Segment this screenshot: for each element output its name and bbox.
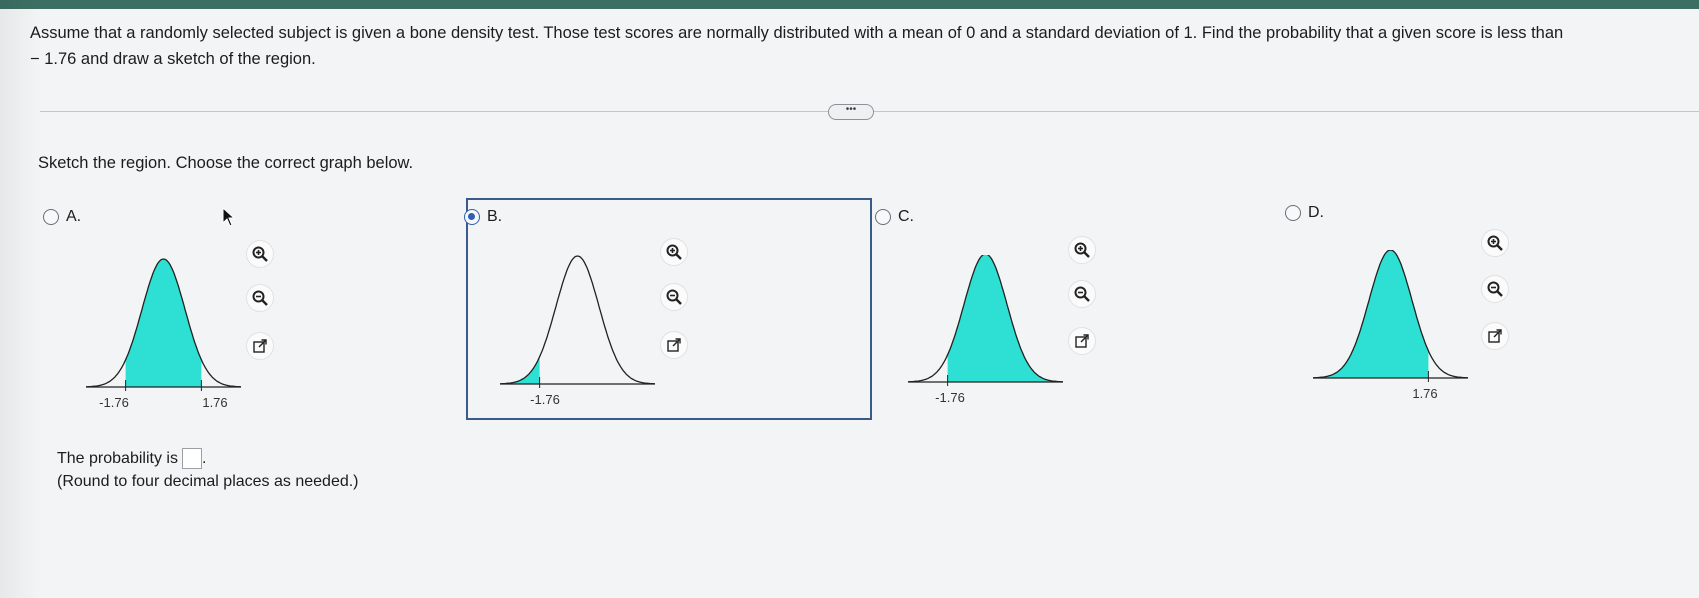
option-a-curve-group (86, 258, 241, 391)
option-d-zoom-out-icon[interactable] (1481, 275, 1509, 303)
probability-line: The probability is . (57, 448, 206, 469)
probability-answer-input[interactable] (181, 448, 202, 469)
option-b-label: B. (487, 208, 503, 225)
option-c-graph: -1.76 (908, 255, 1063, 405)
option-c-label: C. (898, 208, 914, 225)
option-d[interactable]: D. (1285, 204, 1324, 222)
option-b-radio[interactable] (464, 209, 480, 225)
option-c-zoom-out-icon[interactable] (1068, 280, 1096, 308)
option-c-zoom-in-icon[interactable] (1068, 236, 1096, 264)
page-edge-shadow (0, 0, 40, 598)
normal-curve (500, 255, 655, 385)
top-bar (0, 0, 1699, 9)
option-c-open-new-window-icon[interactable] (1068, 327, 1096, 355)
question-line-2: − 1.76 and draw a sketch of the region. (30, 50, 316, 68)
option-d-radio[interactable] (1285, 205, 1301, 221)
instruction-text: Sketch the region. Choose the correct gr… (38, 154, 414, 172)
option-a-tick-left: -1.76 (99, 395, 129, 410)
option-b-graph: -1.76 (500, 255, 655, 407)
option-a-zoom-out-icon[interactable] (246, 284, 274, 312)
option-d-open-new-window-icon[interactable] (1481, 322, 1509, 350)
option-c-tick-left: -1.76 (935, 390, 965, 405)
option-c-radio[interactable] (875, 209, 891, 225)
option-d-label: D. (1308, 204, 1324, 221)
option-d-tick-right: 1.76 (1412, 386, 1437, 401)
mouse-cursor-icon (222, 207, 236, 227)
option-b-curve-group (500, 255, 655, 388)
option-d-zoom-in-icon[interactable] (1481, 229, 1509, 257)
option-a-open-new-window-icon[interactable] (246, 332, 274, 360)
option-b-zoom-in-icon[interactable] (660, 238, 688, 266)
option-d-graph: 1.76 (1313, 250, 1468, 401)
option-b-zoom-out-icon[interactable] (660, 283, 688, 311)
option-a-zoom-in-icon[interactable] (246, 240, 274, 268)
option-a-tick-right: 1.76 (202, 395, 227, 410)
option-a-graph: -1.76 1.76 (86, 258, 241, 410)
option-b-tick-left: -1.76 (530, 392, 560, 407)
probability-prefix: The probability is (57, 449, 178, 467)
option-c-curve-group (908, 255, 1063, 386)
option-a[interactable]: A. (43, 208, 81, 226)
shaded-region (1313, 250, 1429, 378)
option-b-open-new-window-icon[interactable] (660, 331, 688, 359)
rounding-note: (Round to four decimal places as needed.… (57, 473, 359, 490)
option-a-radio[interactable] (43, 209, 59, 225)
shaded-region (947, 255, 1063, 382)
option-b[interactable]: B. (464, 208, 502, 226)
shaded-region (125, 259, 202, 387)
option-d-curve-group (1313, 250, 1468, 382)
question-text: Assume that a randomly selected subject … (30, 20, 1695, 72)
option-c[interactable]: C. (875, 208, 914, 226)
option-a-label: A. (66, 208, 82, 225)
expand-more-button[interactable]: ••• (828, 104, 874, 120)
question-line-1: Assume that a randomly selected subject … (30, 24, 1564, 42)
probability-suffix: . (201, 449, 207, 467)
